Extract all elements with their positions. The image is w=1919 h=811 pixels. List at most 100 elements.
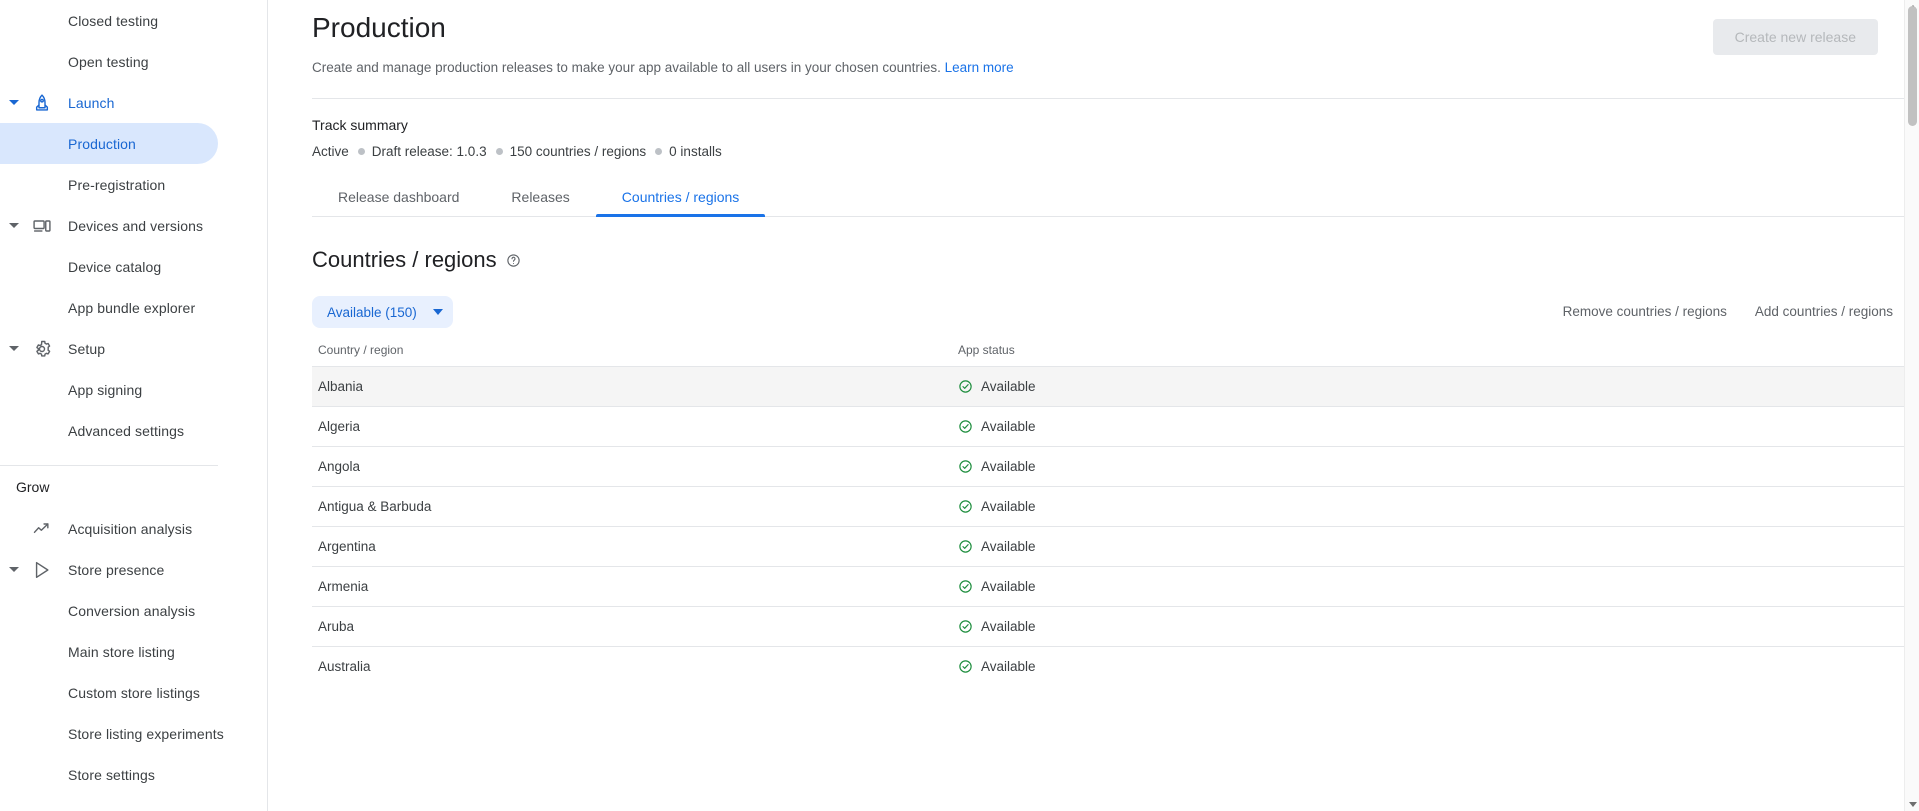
- track-countries-count: 150 countries / regions: [509, 144, 647, 159]
- sidebar-item-main-store-listing[interactable]: Main store listing: [0, 631, 267, 672]
- table-row[interactable]: Argentina Available: [312, 526, 1907, 566]
- add-countries-button[interactable]: Add countries / regions: [1741, 304, 1907, 319]
- cell-status: Available: [958, 499, 1901, 514]
- play-console-page: Closed testing Open testing Launch Producti…: [0, 0, 1919, 811]
- sidebar-item-advanced-settings[interactable]: Advanced settings: [0, 410, 267, 451]
- caret-expanded-icon-wrap[interactable]: [2, 346, 26, 351]
- status-label: Available: [981, 459, 1036, 474]
- sidebar-item-setup[interactable]: Setup: [0, 328, 267, 369]
- remove-countries-button[interactable]: Remove countries / regions: [1549, 304, 1741, 319]
- sidebar-item-store-settings[interactable]: Store settings: [0, 754, 267, 795]
- cell-status: Available: [958, 539, 1901, 554]
- sidebar-item-label: Pre-registration: [68, 176, 166, 193]
- table-row[interactable]: Aruba Available: [312, 606, 1907, 646]
- table-row[interactable]: Armenia Available: [312, 566, 1907, 606]
- check-circle-icon: [958, 459, 973, 474]
- countries-table: Country / region App status Albania Avail…: [312, 343, 1907, 686]
- table-row[interactable]: Algeria Available: [312, 406, 1907, 446]
- sidebar-item-pre-registration[interactable]: Pre-registration: [0, 164, 267, 205]
- table-row[interactable]: Antigua & Barbuda Available: [312, 486, 1907, 526]
- cell-status: Available: [958, 419, 1901, 434]
- sidebar-group-title-grow: Grow: [16, 479, 50, 495]
- caret-expanded-icon-wrap[interactable]: [2, 100, 26, 105]
- track-summary-line: Active Draft release: 1.0.3 150 countrie…: [312, 144, 1919, 159]
- sidebar-item-custom-store-listings[interactable]: Custom store listings: [0, 672, 267, 713]
- cell-country: Antigua & Barbuda: [318, 499, 432, 514]
- track-draft-release: Draft release: 1.0.3: [371, 144, 487, 159]
- status-label: Available: [981, 419, 1036, 434]
- sidebar-item-label: Devices and versions: [68, 217, 204, 234]
- sidebar-item-label: Production: [68, 135, 136, 152]
- caret-expanded-icon-wrap[interactable]: [2, 223, 26, 228]
- learn-more-link[interactable]: Learn more: [945, 60, 1014, 75]
- table-body: Albania Available Algeria Available Angola Av…: [312, 366, 1907, 686]
- devices-icon: [26, 216, 58, 236]
- sidebar-item-label: App signing: [68, 381, 143, 398]
- tab-label: Countries / regions: [621, 189, 740, 205]
- check-circle-icon: [958, 539, 973, 554]
- sidebar-item-label: Device catalog: [68, 258, 162, 275]
- section-title: Countries / regions: [312, 247, 497, 272]
- column-header-country: Country / region: [318, 343, 404, 357]
- sidebar-item-closed-testing[interactable]: Closed testing: [0, 0, 267, 41]
- sidebar-item-label: Custom store listings: [68, 684, 201, 701]
- page-title: Production: [312, 12, 446, 43]
- sidebar-item-conversion-analysis[interactable]: Conversion analysis: [0, 590, 267, 631]
- tab-release-dashboard[interactable]: Release dashboard: [312, 189, 485, 216]
- chevron-down-icon: [432, 309, 443, 315]
- sidebar-item-app-signing[interactable]: App signing: [0, 369, 267, 410]
- sidebar-item-device-catalog[interactable]: Device catalog: [0, 246, 267, 287]
- sidebar-item-launch[interactable]: Launch: [0, 82, 267, 123]
- create-new-release-button[interactable]: Create new release: [1712, 19, 1878, 55]
- track-installs-count: 0 installs: [669, 144, 722, 159]
- tab-label: Release dashboard: [338, 189, 460, 205]
- column-header-status: App status: [958, 343, 1015, 357]
- left-sidebar: Closed testing Open testing Launch Producti…: [0, 0, 268, 811]
- table-row[interactable]: Albania Available: [312, 366, 1907, 406]
- scrollbar-thumb[interactable]: [1908, 6, 1917, 126]
- sidebar-item-label: Setup: [68, 340, 106, 357]
- sidebar-item-devices-and-versions[interactable]: Devices and versions: [0, 205, 267, 246]
- table-row[interactable]: Australia Available: [312, 646, 1907, 686]
- cell-country: Argentina: [318, 539, 376, 554]
- section-header: Countries / regions: [312, 247, 1919, 273]
- tab-countries-regions[interactable]: Countries / regions: [595, 189, 766, 217]
- rocket-icon: [26, 93, 58, 113]
- sidebar-item-production[interactable]: Production: [0, 123, 218, 164]
- page-scrollbar[interactable]: [1904, 0, 1919, 811]
- caret-expanded-icon-wrap[interactable]: [2, 567, 26, 572]
- table-controls: Available (150) Remove countries / regio…: [312, 295, 1907, 329]
- sidebar-item-label: Closed testing: [68, 12, 159, 29]
- table-row[interactable]: Angola Available: [312, 446, 1907, 486]
- page-subtitle: Create and manage production releases to…: [312, 58, 1919, 78]
- cell-country: Albania: [318, 379, 364, 394]
- sidebar-item-label: Acquisition analysis: [68, 520, 193, 537]
- scroll-down-arrow-icon[interactable]: [1905, 797, 1919, 811]
- status-label: Available: [981, 619, 1036, 634]
- availability-filter-chip[interactable]: Available (150): [312, 296, 453, 328]
- sidebar-item-store-presence[interactable]: Store presence: [0, 549, 267, 590]
- tab-releases[interactable]: Releases: [485, 189, 595, 216]
- check-circle-icon: [958, 499, 973, 514]
- check-circle-icon: [958, 619, 973, 634]
- sidebar-item-acquisition-analysis[interactable]: Acquisition analysis: [0, 508, 267, 549]
- status-label: Available: [981, 379, 1036, 394]
- content-tabs: Release dashboard Releases Countries / reg…: [312, 177, 1907, 217]
- cell-country: Angola: [318, 459, 361, 474]
- cell-status: Available: [958, 379, 1901, 394]
- main-content: Production Create and manage production …: [268, 0, 1919, 811]
- sidebar-item-app-bundle-explorer[interactable]: App bundle explorer: [0, 287, 267, 328]
- sidebar-nav-list: Closed testing Open testing Launch Producti…: [0, 0, 267, 451]
- caret-expanded-icon: [9, 223, 19, 228]
- cell-status: Available: [958, 579, 1901, 594]
- separator-dot-icon: [655, 148, 663, 155]
- sidebar-item-store-listing-experiments[interactable]: Store listing experiments: [0, 713, 267, 754]
- header-divider: [312, 98, 1907, 99]
- table-action-buttons: Remove countries / regions Add countries…: [1549, 295, 1907, 327]
- status-label: Available: [981, 659, 1036, 674]
- sidebar-item-translation-service[interactable]: Translation service: [0, 795, 267, 811]
- help-circle-icon[interactable]: [506, 253, 521, 268]
- track-summary-title: Track summary: [312, 117, 408, 133]
- sidebar-item-open-testing[interactable]: Open testing: [0, 41, 267, 82]
- sidebar-item-label: App bundle explorer: [68, 299, 196, 316]
